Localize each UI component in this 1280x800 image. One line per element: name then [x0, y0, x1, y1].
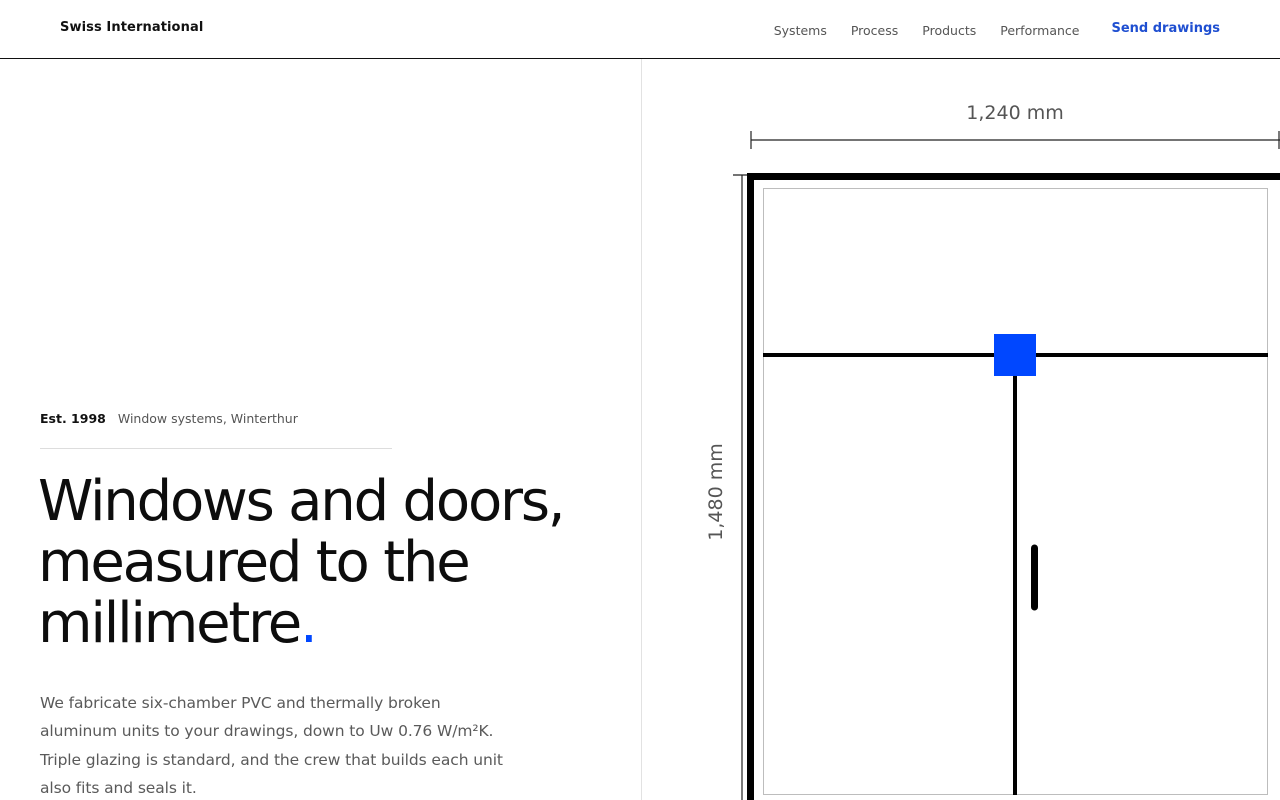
brand-logo[interactable]: Swiss International [60, 20, 203, 35]
window-drawing-panel: 1,240 mm 1,480 mm [643, 59, 1280, 800]
headline-line-1: Windows and doors, [38, 469, 566, 534]
hero-headline: Windows and doors, measured to the milli… [38, 471, 638, 654]
main-nav: Systems Process Products Performance Sen… [750, 21, 1220, 39]
window-elevation-drawing: 1,240 mm 1,480 mm [705, 102, 1280, 800]
location-label: Window systems, Winterthur [117, 411, 298, 426]
junction-accent-marker [994, 334, 1036, 376]
nav-link-systems[interactable]: Systems [774, 23, 827, 38]
headline-line-3: millimetre [38, 591, 302, 656]
send-drawings-button[interactable]: Send drawings [1111, 21, 1220, 36]
site-header: Swiss International Systems Process Prod… [0, 0, 1280, 59]
established-label: Est. 1998 [40, 411, 106, 426]
nav-link-process[interactable]: Process [851, 23, 898, 38]
headline-accent-dot: . [300, 591, 318, 656]
nav-link-performance[interactable]: Performance [1000, 23, 1079, 38]
headline-line-2: measured to the [38, 530, 471, 595]
hero-text-column: Est. 1998 Window systems, Winterthur Win… [0, 59, 642, 800]
hero-meta: Est. 1998 Window systems, Winterthur [40, 411, 298, 426]
width-dimension-label: 1,240 mm [966, 102, 1063, 124]
meta-divider [40, 448, 392, 449]
hero-description: We fabricate six-chamber PVC and thermal… [40, 694, 503, 797]
nav-link-products[interactable]: Products [922, 23, 976, 38]
height-dimension-label: 1,480 mm [705, 443, 727, 540]
